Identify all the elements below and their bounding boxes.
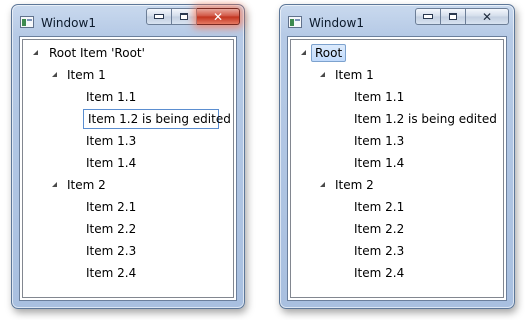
maximize-button[interactable] (441, 8, 466, 25)
tree-item-label: Item 1.3 (86, 134, 137, 148)
caption-buttons: ✕ (146, 8, 240, 26)
window-client-area: Root Item 'Root' Item 1 Item 1.1 Item 1.… (19, 36, 237, 301)
tree-item[interactable]: Item 1.3 (23, 131, 223, 151)
tree-item-label: Item 2.4 (86, 266, 137, 280)
expander-icon[interactable] (52, 72, 57, 77)
tree-item-label: Item 1 (67, 68, 106, 82)
tree-item[interactable]: Item 2.4 (291, 263, 491, 283)
tree-item-label: Item 2.1 (354, 200, 405, 214)
tree-item-label: Item 2.4 (354, 266, 405, 280)
minimize-button[interactable] (415, 8, 441, 25)
tree-item[interactable]: Item 2.3 (291, 241, 491, 261)
tree-item-root[interactable]: Root (291, 43, 491, 63)
tree-item-label: Item 2.1 (86, 200, 137, 214)
tree-item[interactable]: Item 1.2 is being edited (291, 109, 497, 129)
tree-item[interactable]: Item 2.2 (291, 219, 491, 239)
tree-item-label: Item 1 (335, 68, 374, 82)
tree-item-label: Item 1.2 is being edited (354, 112, 497, 126)
close-icon: ✕ (212, 9, 224, 24)
tree-item[interactable]: Item 2.1 (23, 197, 223, 217)
tree-item[interactable]: Item 2.2 (23, 219, 223, 239)
window-client-area: Root Item 1 Item 1.1 Item 1.2 is being e… (287, 36, 507, 301)
tree-item-label: Item 2.3 (354, 244, 405, 258)
maximize-button[interactable] (172, 8, 197, 25)
tree-item-label: Item 1.4 (354, 156, 405, 170)
tree-item-group[interactable]: Item 2 (23, 175, 223, 195)
left-window: Window1 ✕ Root Item 'Root' Item 1 Item 1… (11, 4, 245, 309)
close-icon: ✕ (481, 9, 493, 24)
tree-item-label: Item 2 (67, 178, 106, 192)
tree-item-group[interactable]: Item 1 (291, 65, 491, 85)
tree-view[interactable]: Root Item 'Root' Item 1 Item 1.1 Item 1.… (22, 39, 234, 298)
tree-item-root[interactable]: Root Item 'Root' (23, 43, 223, 63)
tree-item[interactable]: Item 2.4 (23, 263, 223, 283)
minimize-button[interactable] (146, 8, 172, 25)
expander-icon[interactable] (52, 182, 57, 187)
tree-item-label: Root Item 'Root' (49, 46, 145, 60)
window-title: Window1 (41, 16, 96, 30)
expander-icon[interactable] (301, 50, 306, 55)
tree-item-group[interactable]: Item 2 (291, 175, 491, 195)
close-button[interactable]: ✕ (197, 8, 240, 25)
tree-view[interactable]: Root Item 1 Item 1.1 Item 1.2 is being e… (290, 39, 504, 298)
tree-item-label: Item 2 (335, 178, 374, 192)
expander-icon[interactable] (33, 50, 38, 55)
right-window: Window1 ✕ Root Item 1 Item 1.1 Item 1.2 … (279, 4, 515, 309)
window-title: Window1 (309, 16, 364, 30)
tree-item[interactable]: Item 1.1 (291, 87, 491, 107)
tree-item-label: Item 2.3 (86, 244, 137, 258)
caption-buttons: ✕ (415, 8, 509, 26)
tree-item-label: Item 2.2 (86, 222, 137, 236)
tree-item-label-selected: Root (311, 44, 347, 62)
expander-icon[interactable] (320, 182, 325, 187)
minimize-icon (154, 14, 164, 19)
maximize-icon (449, 13, 457, 20)
title-bar[interactable]: Window1 ✕ (280, 5, 514, 35)
tree-item-label: Item 1.1 (354, 90, 405, 104)
tree-item[interactable]: Item 2.1 (291, 197, 491, 217)
window-app-icon[interactable] (288, 16, 302, 28)
minimize-icon (423, 14, 433, 19)
maximize-icon (180, 13, 188, 20)
tree-item-group[interactable]: Item 1 (23, 65, 223, 85)
tree-item-label: Item 2.2 (354, 222, 405, 236)
tree-item-edit-field[interactable]: Item 1.2 is being edited (83, 109, 231, 129)
tree-item[interactable]: Item 1.4 (23, 153, 223, 173)
tree-item-label: Item 1.1 (86, 90, 137, 104)
tree-item[interactable]: Item 1.1 (23, 87, 223, 107)
tree-item-label: Item 1.4 (86, 156, 137, 170)
window-app-icon[interactable] (20, 16, 34, 28)
tree-item[interactable]: Item 1.3 (291, 131, 491, 151)
close-button[interactable]: ✕ (466, 8, 509, 25)
tree-item[interactable]: Item 1.4 (291, 153, 491, 173)
tree-item[interactable]: Item 2.3 (23, 241, 223, 261)
title-bar[interactable]: Window1 ✕ (12, 5, 244, 35)
expander-icon[interactable] (320, 72, 325, 77)
tree-item-label: Item 1.3 (354, 134, 405, 148)
